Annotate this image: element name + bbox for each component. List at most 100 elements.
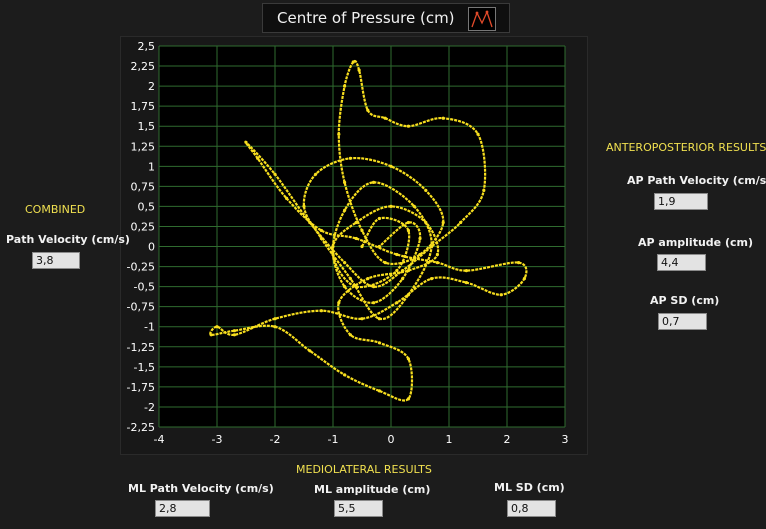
cop-trace-point xyxy=(360,244,364,249)
cop-trace-point xyxy=(377,317,381,321)
cop-trace-point xyxy=(395,301,399,305)
cop-trace-point xyxy=(395,252,399,257)
cop-trace-point xyxy=(319,236,323,241)
cop-trace-point xyxy=(464,281,468,285)
ml-sd-label: ML SD (cm) xyxy=(494,481,565,494)
cop-trace-point xyxy=(435,261,439,265)
x-tick-label: -2 xyxy=(270,433,281,446)
plot-area xyxy=(159,46,565,427)
cop-trace-point xyxy=(389,204,393,208)
cop-trace-point xyxy=(406,293,410,297)
y-tick-label: -1 xyxy=(144,321,155,334)
cop-trace-point xyxy=(464,269,468,273)
x-tick-label: 0 xyxy=(388,433,395,446)
ap-path-velocity-label: AP Path Velocity (cm/s) xyxy=(627,174,766,187)
y-tick-label: 1,25 xyxy=(131,140,156,153)
cop-trace-point xyxy=(354,220,358,225)
cop-trace-point xyxy=(435,252,439,257)
y-tick-label: 0,5 xyxy=(138,200,156,213)
cop-trace-point xyxy=(360,228,364,233)
cop-trace-point xyxy=(366,277,370,281)
y-tick-label: 2 xyxy=(148,80,155,93)
cop-trace-point xyxy=(476,132,480,136)
cop-trace-point xyxy=(418,236,422,241)
cop-trace-point xyxy=(331,244,335,249)
ml-path-velocity-label: ML Path Velocity (cm/s) xyxy=(128,482,274,495)
y-tick-label: 1,75 xyxy=(131,100,156,113)
cop-trace-point xyxy=(343,285,347,289)
cop-trace-point xyxy=(372,301,376,305)
y-tick-label: -2,25 xyxy=(127,421,155,434)
ml-results-heading: MEDIOLATERAL RESULTS xyxy=(296,463,432,476)
cop-trace-point xyxy=(482,188,486,192)
y-tick-label: -0,75 xyxy=(127,301,155,314)
cop-trace-point xyxy=(401,269,405,273)
cop-trace-point xyxy=(348,333,352,337)
cop-trace-point xyxy=(273,325,277,329)
y-tick-label: 0,75 xyxy=(131,180,156,193)
cop-trace-point xyxy=(377,216,381,221)
y-tick-label: 0,25 xyxy=(131,220,156,233)
ml-amplitude-label: ML amplitude (cm) xyxy=(314,483,431,496)
cop-trace-point xyxy=(430,277,434,281)
cop-trace-point xyxy=(351,60,355,64)
x-tick-label: -3 xyxy=(212,433,223,446)
ml-amplitude-value[interactable]: 5,5 xyxy=(334,500,383,517)
ap-amplitude-value[interactable]: 4,4 xyxy=(657,254,706,271)
cop-trace-point xyxy=(302,204,306,208)
cop-trace-point xyxy=(308,349,312,353)
y-tick-label: -1,25 xyxy=(127,341,155,354)
cop-trace-point xyxy=(441,116,445,120)
cop-trace-point xyxy=(343,373,347,377)
plot-legend-icon[interactable] xyxy=(468,7,496,31)
cop-trace-point xyxy=(331,252,335,257)
ml-path-velocity-value[interactable]: 2,8 xyxy=(155,500,210,517)
cop-trace-point xyxy=(314,172,318,176)
cop-trace-point xyxy=(337,132,341,136)
x-tick-label: -4 xyxy=(154,433,165,446)
cop-trace-point xyxy=(401,277,405,281)
ap-sd-value[interactable]: 0,7 xyxy=(658,313,707,330)
cop-trace-point xyxy=(343,180,347,184)
cop-trace-point xyxy=(377,341,381,345)
ap-sd-label: AP SD (cm) xyxy=(650,294,720,307)
y-tick-label: 1,5 xyxy=(138,120,156,133)
cop-chart[interactable]: -4 -3 -2 -1 0 1 2 3 2,5 2,25 2 1,75 1,5 1,25 1 0,75 0,5 0… xyxy=(121,37,589,456)
cop-trace-point xyxy=(319,309,323,313)
cop-trace-point xyxy=(517,261,521,265)
cop-trace-point xyxy=(377,389,381,393)
x-tick-label: -1 xyxy=(328,433,339,446)
ap-results-heading: ANTEROPOSTERIOR RESULTS xyxy=(606,141,766,154)
cop-plot-panel: -4 -3 -2 -1 0 1 2 3 2,5 2,25 2 1,75 1,5 1,25 1 0,75 0,5 0… xyxy=(120,36,588,455)
cop-trace-point xyxy=(430,244,434,249)
y-tick-label: 2,5 xyxy=(138,40,156,53)
cop-trace-point xyxy=(406,228,410,233)
cop-trace-point xyxy=(308,220,312,225)
cop-trace-point xyxy=(209,333,213,337)
cop-trace-point xyxy=(285,196,289,200)
ap-path-velocity-value[interactable]: 1,9 xyxy=(654,193,708,210)
y-tick-label: -1,75 xyxy=(127,381,155,394)
cop-trace-point xyxy=(354,285,358,289)
x-tick-label: 2 xyxy=(504,433,511,446)
cop-trace-point xyxy=(273,317,277,321)
path-velocity-label: Path Velocity (cm/s) xyxy=(6,233,130,246)
cop-trace-point xyxy=(406,357,410,361)
ml-sd-value[interactable]: 0,8 xyxy=(507,500,556,517)
cop-trace-point xyxy=(256,156,260,160)
cop-trace-point xyxy=(348,277,352,281)
chart-title-bar: Centre of Pressure (cm) xyxy=(262,3,510,33)
cop-trace-point xyxy=(406,397,410,401)
cop-trace-point xyxy=(383,261,387,265)
cop-trace-point xyxy=(389,164,393,168)
cop-trace-point xyxy=(406,124,410,128)
y-tick-label: -0,25 xyxy=(127,261,155,274)
cop-trace-point xyxy=(273,172,277,176)
y-tick-label: -0,5 xyxy=(134,281,155,294)
cop-trace-point xyxy=(418,252,422,257)
cop-trace-point xyxy=(372,285,376,289)
path-velocity-value[interactable]: 3,8 xyxy=(32,252,80,269)
cop-trace-point xyxy=(244,140,248,144)
cop-trace-point xyxy=(372,180,376,184)
chart-title: Centre of Pressure (cm) xyxy=(277,9,455,27)
